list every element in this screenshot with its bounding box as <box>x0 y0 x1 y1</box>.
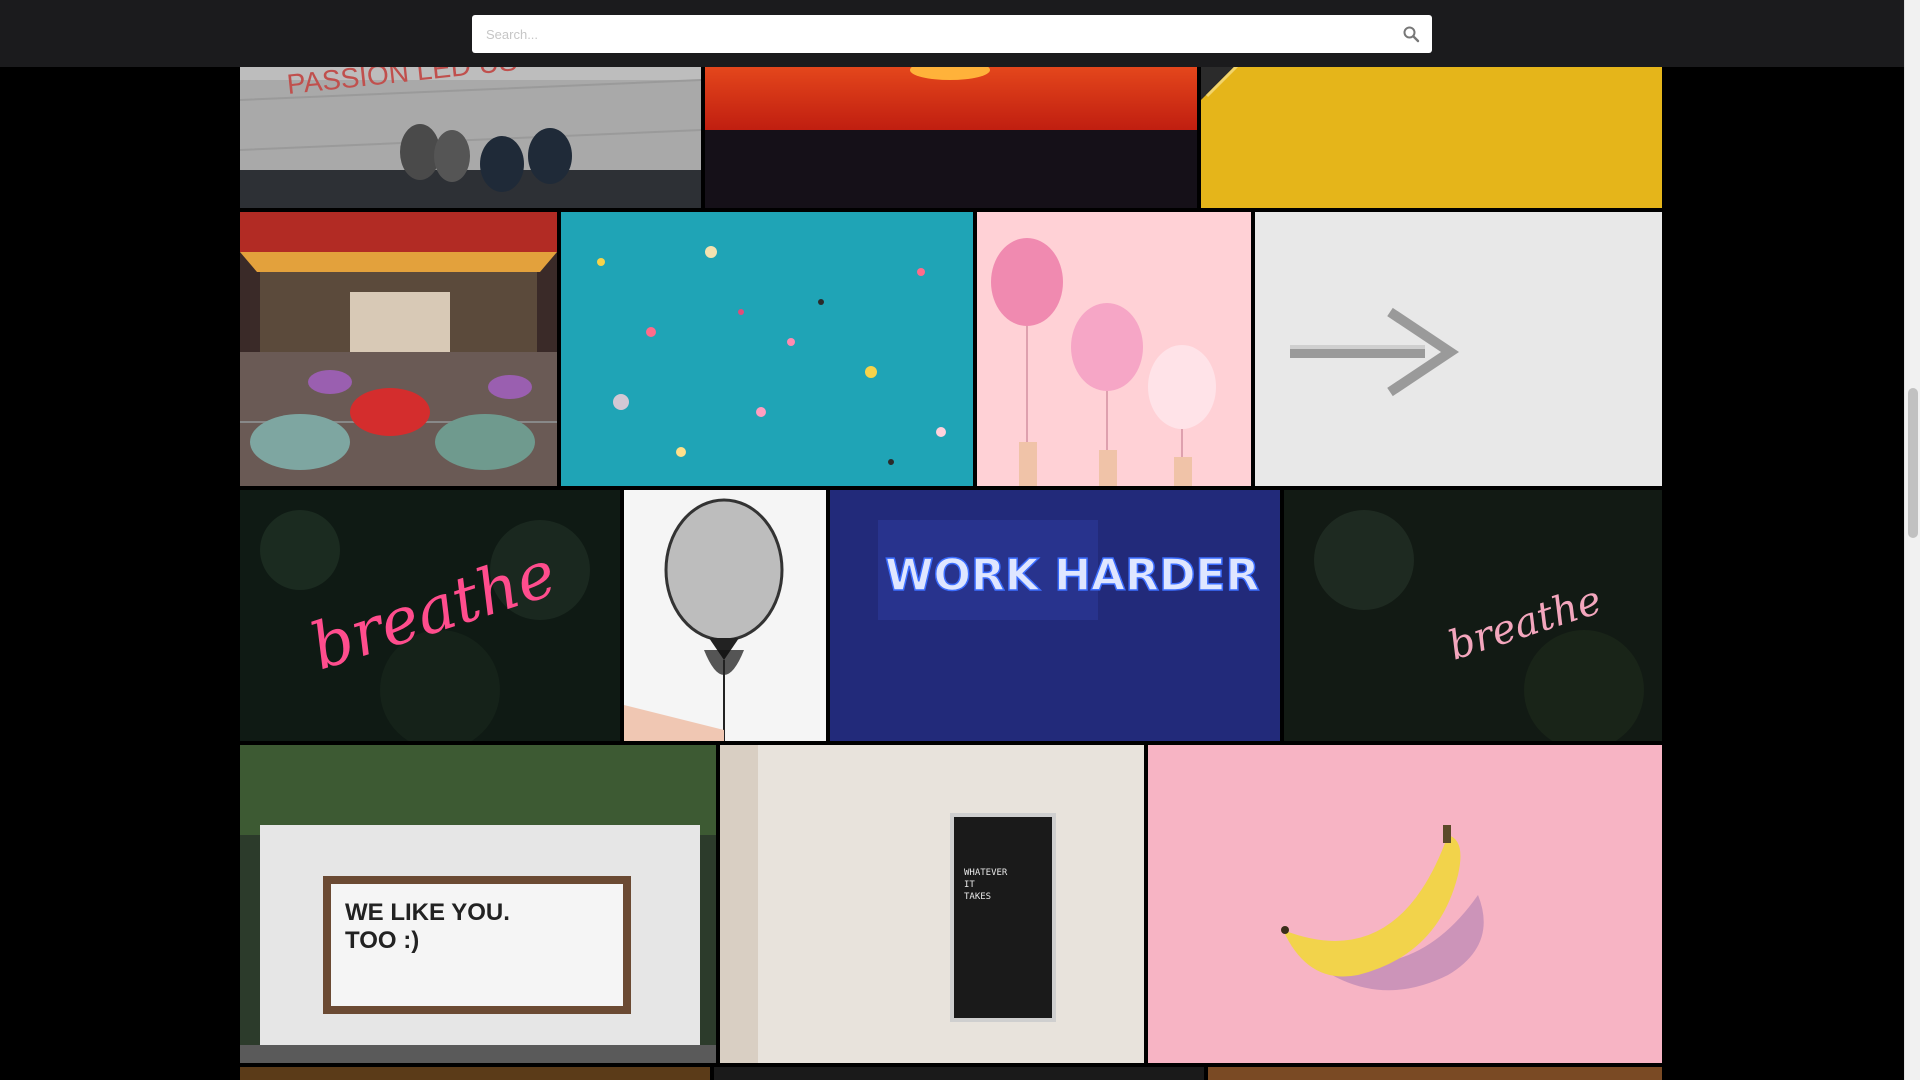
photo-tile-confetti[interactable] <box>561 212 973 486</box>
photo-tile-breathe-left[interactable]: breathe <box>240 490 620 741</box>
photo-tile-passion-led-us[interactable]: PASSION LED US <box>240 60 701 208</box>
bumper-cars-photo <box>240 212 557 486</box>
sunset-photo <box>705 60 1197 208</box>
yellow-wall-photo <box>1201 60 1662 208</box>
photo-tile-pink-balloons[interactable] <box>977 212 1251 486</box>
photo-tile-red-sunset[interactable] <box>705 60 1197 208</box>
banana-photo <box>1148 745 1662 1063</box>
search-input[interactable] <box>472 15 1432 53</box>
photo-tile-breathe-right[interactable]: breathe <box>1284 490 1662 741</box>
we-like-you-photo: WE LIKE YOU. TOO :) <box>240 745 716 1063</box>
we-like-you-line1: WE LIKE YOU. <box>345 899 510 926</box>
scrollbar-thumb[interactable] <box>1908 388 1918 538</box>
photo-gallery: PASSION LED US breathe WORK HARDER breat… <box>240 0 1662 1080</box>
pink-balloons-photo <box>977 212 1251 486</box>
search-icon[interactable] <box>1402 25 1420 43</box>
photo-tile-banana[interactable] <box>1148 745 1662 1063</box>
arrow-wall-photo <box>1255 212 1662 486</box>
photo-tile-bumper-cars[interactable] <box>240 212 557 486</box>
whatever-line3: TAKES <box>964 892 991 902</box>
we-like-you-line2: TOO :) <box>345 927 419 954</box>
photo-tile-bottom-2[interactable] <box>714 1067 1204 1080</box>
search-box <box>472 15 1432 53</box>
photo-tile-bottom-3[interactable] <box>1208 1067 1662 1080</box>
photo-tile-bottom-1[interactable] <box>240 1067 710 1080</box>
top-search-bar <box>0 0 1904 67</box>
photo-tile-arrow-wall[interactable] <box>1255 212 1662 486</box>
photo-tile-black-balloon[interactable] <box>624 490 826 741</box>
photo-tile-yellow-wall[interactable] <box>1201 60 1662 208</box>
photo-tile-whatever-it-takes[interactable]: WHATEVER IT TAKES <box>720 745 1144 1063</box>
whatever-it-takes-photo: WHATEVER IT TAKES <box>720 745 1144 1063</box>
work-harder-neon-photo: WORK HARDER <box>830 490 1280 741</box>
breathe-neon-photo-2: breathe <box>1284 490 1662 741</box>
photo-tile-work-harder[interactable]: WORK HARDER <box>830 490 1280 741</box>
whatever-line1: WHATEVER <box>964 868 1008 878</box>
whatever-line2: IT <box>964 880 975 890</box>
breathe-neon-photo: breathe <box>240 490 620 741</box>
photo-tile-we-like-you[interactable]: WE LIKE YOU. TOO :) <box>240 745 716 1063</box>
vertical-scrollbar[interactable] <box>1904 0 1920 1080</box>
shoes-photo: PASSION LED US <box>240 60 701 208</box>
black-balloon-photo <box>624 490 826 741</box>
confetti-photo <box>561 212 973 486</box>
work-harder-neon-text: WORK HARDER <box>885 550 1259 601</box>
